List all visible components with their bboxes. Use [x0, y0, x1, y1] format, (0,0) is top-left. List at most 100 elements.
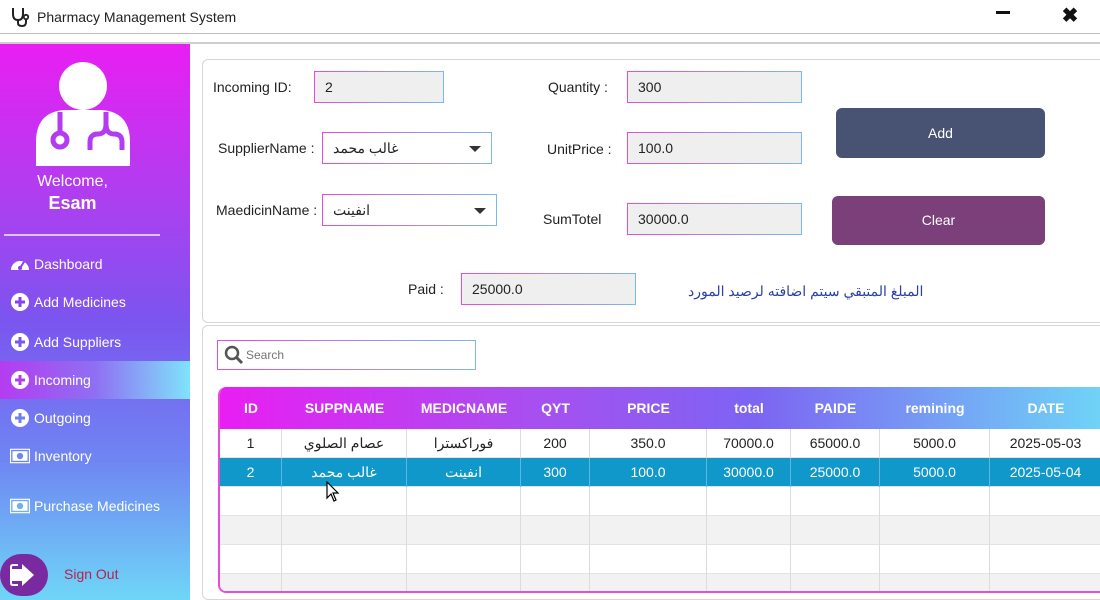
column-header-suppname[interactable]: SUPPNAME — [282, 387, 407, 429]
table-cell: 5000.0 — [880, 429, 990, 458]
money-icon — [10, 496, 30, 516]
table-cell — [521, 516, 590, 545]
unit-price-field[interactable]: 100.0 — [627, 132, 802, 164]
table-cell: 5000.0 — [880, 458, 990, 487]
sidebar-item-label: Incoming — [34, 372, 91, 388]
table-cell — [990, 516, 1100, 545]
sign-out-button[interactable] — [0, 554, 48, 596]
sidebar-item-outgoing[interactable]: Outgoing — [0, 399, 190, 437]
sidebar-item-label: Dashboard — [34, 256, 103, 272]
plus-circle-icon — [10, 332, 30, 352]
table-cell: 2 — [220, 458, 282, 487]
table-cell — [791, 545, 880, 574]
table-cell — [707, 574, 791, 591]
table-row-empty — [220, 487, 1100, 516]
table-cell: 350.0 — [590, 429, 707, 458]
title-bar: Pharmacy Management System ✖ — [0, 0, 1100, 34]
sidebar-item-label: Inventory — [34, 448, 92, 464]
incoming-id-field[interactable]: 2 — [314, 71, 444, 103]
table-cell — [521, 574, 590, 591]
table-cell — [590, 487, 707, 516]
quantity-field[interactable]: 300 — [627, 71, 802, 103]
sidebar-item-label: Outgoing — [34, 410, 91, 426]
table-cell — [521, 545, 590, 574]
minimize-button[interactable] — [994, 4, 1014, 24]
table-cell — [990, 545, 1100, 574]
plus-circle-icon — [10, 292, 30, 312]
plus-circle-icon — [10, 370, 30, 390]
mouse-cursor-icon — [326, 481, 340, 502]
search-input[interactable] — [246, 345, 466, 365]
column-header-total[interactable]: total — [707, 387, 791, 429]
table-row[interactable]: 1 عصام الصلوي فوراكسترا 200 350.0 70000.… — [220, 429, 1100, 458]
sidebar-item-add-suppliers[interactable]: Add Suppliers — [0, 323, 190, 361]
paid-field[interactable]: 25000.0 — [461, 273, 636, 305]
welcome-text: Welcome, — [37, 173, 108, 190]
table-cell — [990, 487, 1100, 516]
column-header-id[interactable]: ID — [220, 387, 282, 429]
close-button[interactable]: ✖ — [1058, 4, 1082, 28]
table-cell: 200 — [521, 429, 590, 458]
medicine-name-label: MaedicinName : — [216, 202, 318, 218]
sidebar-item-add-medicines[interactable]: Add Medicines — [0, 283, 190, 321]
money-icon — [10, 446, 30, 466]
sign-out-label[interactable]: Sign Out — [64, 566, 118, 582]
sidebar-item-dashboard[interactable]: Dashboard — [0, 245, 190, 283]
table-cell: غالب محمد — [282, 458, 407, 487]
table-cell — [282, 487, 407, 516]
chevron-down-icon — [469, 146, 481, 152]
table-cell — [590, 545, 707, 574]
table-cell — [590, 574, 707, 591]
table-cell: عصام الصلوي — [282, 429, 407, 458]
sidebar-item-inventory[interactable]: Inventory — [0, 437, 190, 475]
unit-price-label: UnitPrice : — [547, 141, 612, 157]
column-header-medicname[interactable]: MEDICNAME — [407, 387, 521, 429]
supplier-name-select[interactable]: غالب محمد — [322, 132, 492, 164]
medicine-name-select[interactable]: انفينت — [322, 194, 497, 226]
table-row-selected[interactable]: 2 غالب محمد انفينت 300 100.0 30000.0 250… — [220, 458, 1100, 487]
clear-button[interactable]: Clear — [832, 196, 1045, 245]
table-cell — [880, 545, 990, 574]
table-cell: 30000.0 — [707, 458, 791, 487]
sidebar-item-incoming[interactable]: Incoming — [0, 361, 190, 399]
table-header: ID SUPPNAME MEDICNAME QYT PRICE total PA… — [220, 387, 1100, 429]
supplier-name-label: SupplierName : — [218, 140, 315, 156]
table-cell — [880, 516, 990, 545]
table-cell — [407, 574, 521, 591]
table-cell — [990, 574, 1100, 591]
sidebar-item-purchase-medicines[interactable]: Purchase Medicines — [0, 487, 190, 525]
column-header-qyt[interactable]: QYT — [521, 387, 590, 429]
sidebar-item-label: Purchase Medicines — [34, 498, 161, 514]
doctor-avatar-icon — [36, 62, 130, 166]
incoming-id-label: Incoming ID: — [213, 79, 292, 95]
add-button[interactable]: Add — [836, 108, 1045, 158]
search-icon — [224, 345, 244, 365]
table-cell — [220, 545, 282, 574]
column-header-remining[interactable]: remining — [880, 387, 990, 429]
window-title: Pharmacy Management System — [37, 9, 237, 25]
sign-out-icon — [10, 564, 34, 586]
supplier-name-value: غالب محمد — [333, 140, 399, 156]
table-cell — [407, 516, 521, 545]
column-header-paide[interactable]: PAIDE — [791, 387, 880, 429]
table-cell — [707, 545, 791, 574]
table-row-empty — [220, 574, 1100, 591]
sum-total-field[interactable]: 30000.0 — [627, 203, 802, 235]
sidebar: Welcome, Esam Dashboard Add Medicines Ad… — [0, 44, 190, 600]
table-cell: 2025-05-04 — [990, 458, 1100, 487]
medicine-name-value: انفينت — [333, 202, 371, 218]
table-cell: 100.0 — [590, 458, 707, 487]
table-cell: 70000.0 — [707, 429, 791, 458]
table-cell — [707, 487, 791, 516]
table-cell — [880, 487, 990, 516]
sidebar-item-label: Add Suppliers — [34, 334, 122, 350]
table-cell — [220, 516, 282, 545]
table-row-empty — [220, 545, 1100, 574]
column-header-date[interactable]: DATE — [990, 387, 1100, 429]
table-cell: انفينت — [407, 458, 521, 487]
column-header-price[interactable]: PRICE — [590, 387, 707, 429]
search-box[interactable] — [217, 340, 476, 370]
table-cell — [282, 574, 407, 591]
username: Esam — [48, 193, 97, 213]
sum-total-label: SumTotel — [543, 211, 602, 227]
